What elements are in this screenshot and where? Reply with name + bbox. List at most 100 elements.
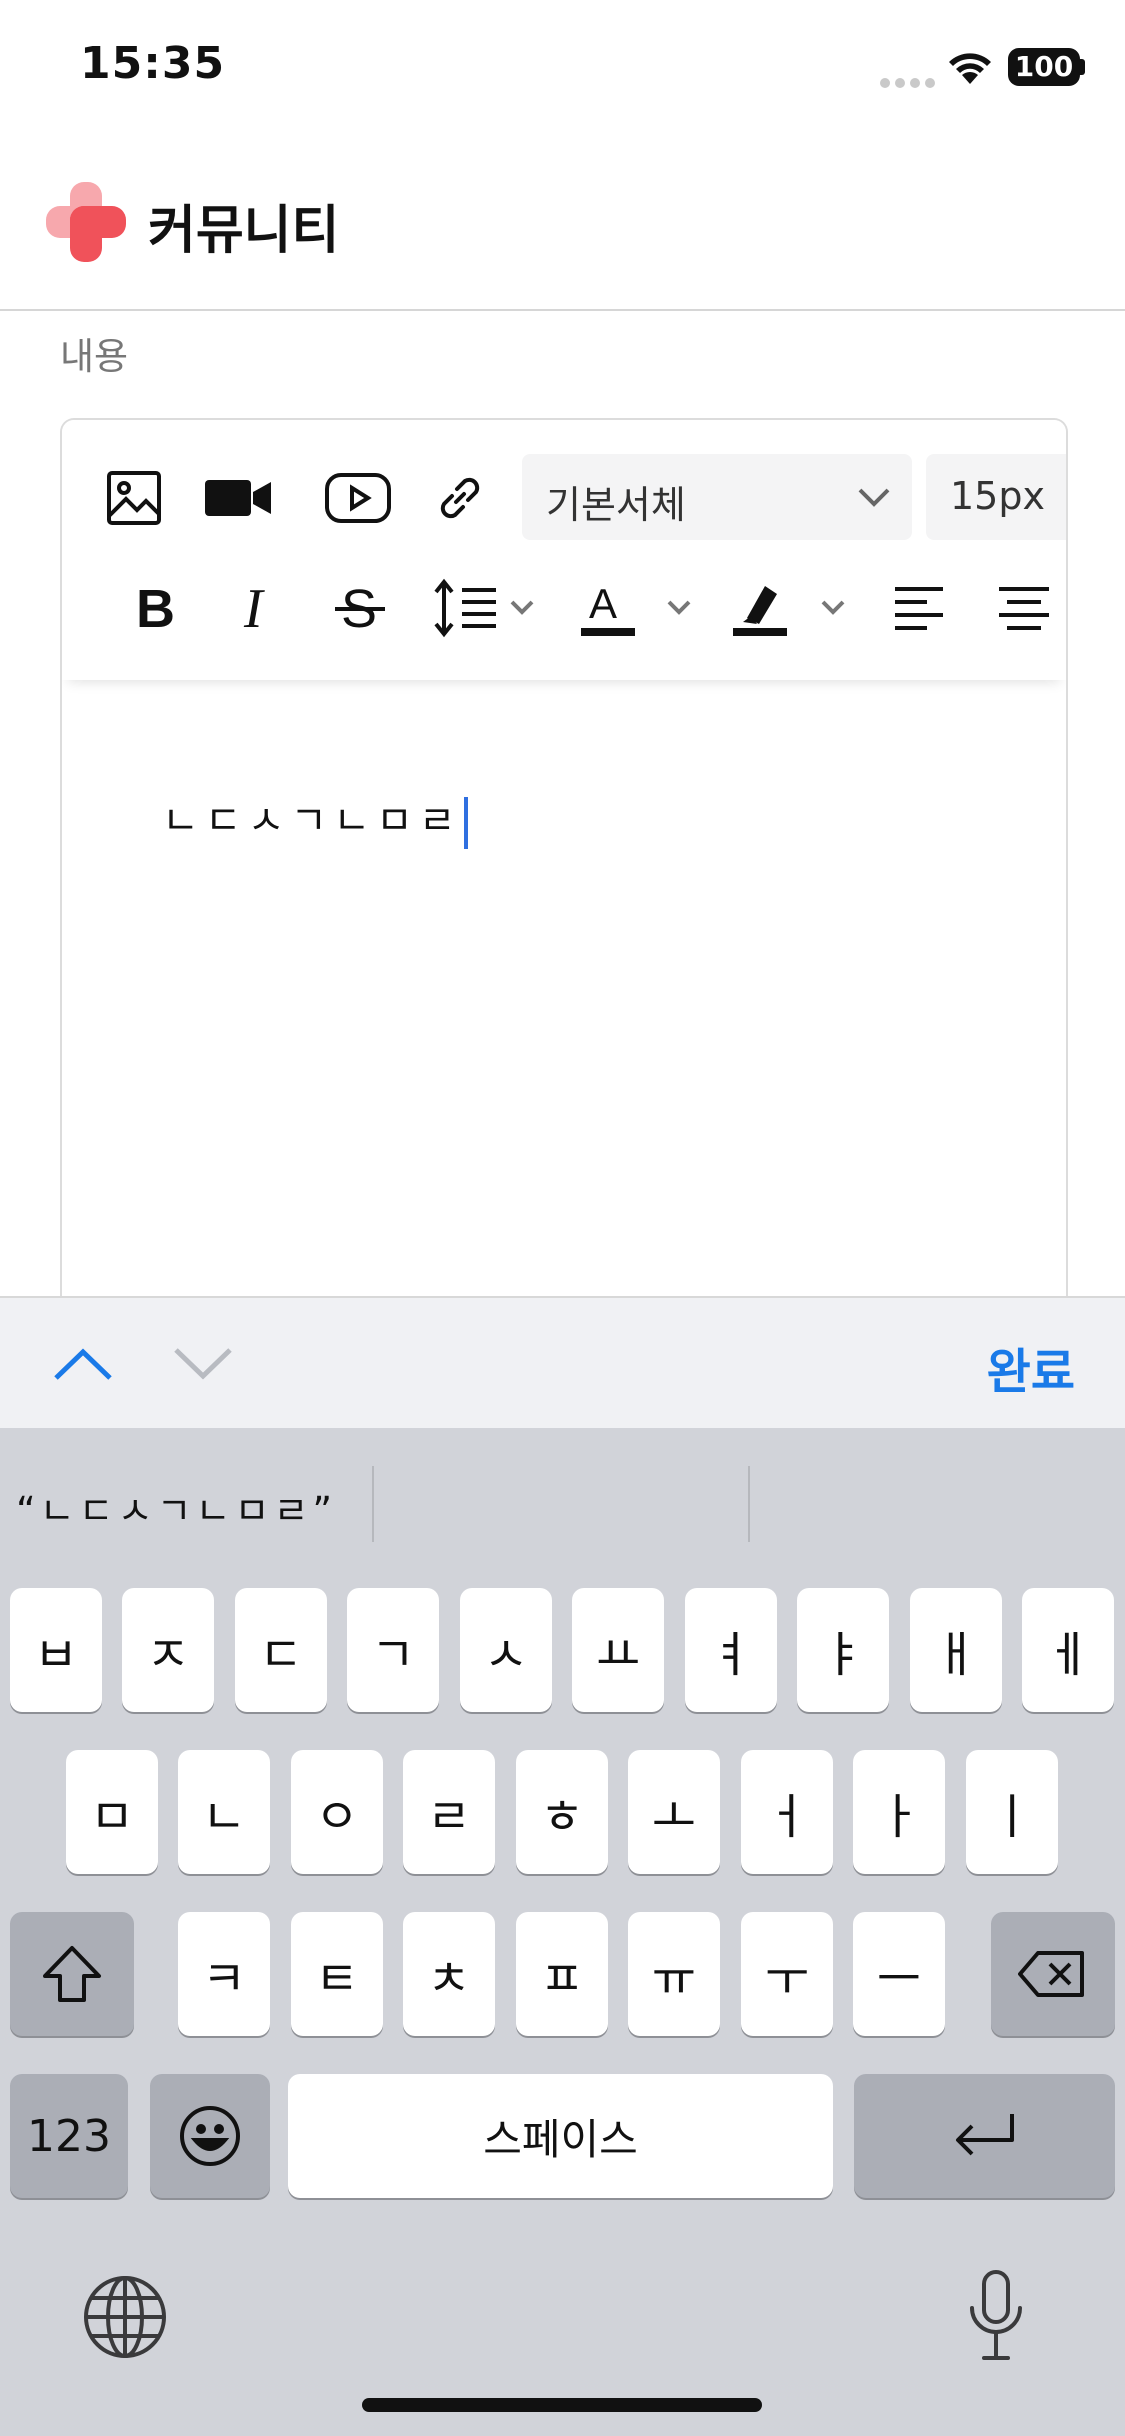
backspace-icon [1018,1951,1084,1997]
battery-indicator: 100 [1008,48,1080,86]
bold-icon[interactable]: B [116,570,192,646]
next-field-chevron-down-icon[interactable] [170,1338,236,1392]
return-key[interactable] [854,2074,1115,2198]
done-button[interactable]: 완료 [987,1332,1075,1402]
key-label: ㅔ [1045,1627,1091,1683]
key[interactable]: ㅡ [853,1912,945,2036]
suggestion-bar: “ㄴㄷㅅㄱㄴㅁㄹ” [0,1428,1125,1568]
delete-key[interactable] [991,1912,1115,2036]
key[interactable]: ㅏ [853,1750,945,1874]
key[interactable]: ㅌ [291,1912,383,2036]
italic-icon[interactable]: I [220,570,296,646]
key-label: ㅐ [933,1627,979,1683]
key[interactable]: ㄴ [178,1750,270,1874]
previous-field-chevron-up-icon[interactable] [50,1338,116,1392]
editor-content[interactable]: ㄴㄷㅅㄱㄴㅁㄹ [162,788,468,849]
key[interactable]: ㅑ [797,1588,889,1712]
key[interactable]: ㅓ [741,1750,833,1874]
svg-text:B: B [136,581,175,635]
battery-nub [1080,59,1085,75]
microphone-icon[interactable] [964,2268,1028,2368]
key[interactable]: ㅕ [685,1588,777,1712]
text-caret [463,797,468,849]
key[interactable]: ㅣ [966,1750,1058,1874]
shift-icon [43,1946,101,2002]
emoji-key[interactable] [150,2074,270,2198]
key-label: ㅌ [314,1951,360,2007]
key[interactable]: ㅗ [628,1750,720,1874]
key[interactable]: ㅎ [516,1750,608,1874]
key-label: ㅗ [651,1789,697,1845]
highlight-color-icon[interactable] [730,570,852,646]
key[interactable]: ㅋ [178,1912,270,2036]
key-label: ㅓ [764,1789,810,1845]
content-label: 내용 [60,335,129,378]
numbers-key[interactable]: 123 [10,2074,128,2198]
line-height-icon[interactable] [430,570,550,646]
key[interactable]: ㅊ [403,1912,495,2036]
key[interactable]: ㅈ [122,1588,214,1712]
suggestion-item[interactable]: “ㄴㄷㅅㄱㄴㅁㄹ” [16,1480,336,1535]
rich-text-editor: 기본서체 15px B I S A ㄴㄷㅅㄱㄴㅁㄹ [60,418,1068,1320]
key-label: ㅈ [145,1627,191,1683]
key-label: ㅁ [89,1789,135,1845]
align-center-icon[interactable] [986,570,1062,646]
svg-text:I: I [243,581,265,635]
key[interactable]: ㄹ [403,1750,495,1874]
shift-key[interactable] [10,1912,134,2036]
font-family-label: 기본서체 [546,483,686,527]
key[interactable]: ㄱ [347,1588,439,1712]
suggestion-divider [748,1466,750,1542]
key-label: ㅅ [483,1627,529,1683]
key[interactable]: ㅐ [910,1588,1002,1712]
key-label: ㅛ [595,1627,641,1683]
font-family-select[interactable]: 기본서체 [522,454,912,540]
emoji-icon [180,2106,240,2166]
key[interactable]: ㅍ [516,1912,608,2036]
key-label: ㅊ [426,1951,472,2007]
header-divider [0,309,1125,311]
key[interactable]: ㅔ [1022,1588,1114,1712]
key[interactable]: ㅂ [10,1588,102,1712]
key[interactable]: ㅛ [572,1588,664,1712]
key-label: ㅂ [33,1627,79,1683]
globe-icon[interactable] [82,2274,168,2364]
align-left-icon[interactable] [882,570,958,646]
svg-text:A: A [589,580,617,627]
chevron-down-icon [858,488,890,507]
key-label: ㅜ [764,1951,810,2007]
key-label: ㅍ [539,1951,585,2007]
font-size-label: 15px [950,474,1045,518]
key-label: 스페이스 [483,2114,638,2164]
app-logo-icon [46,182,126,262]
strikethrough-icon[interactable]: S [322,570,398,646]
cellular-signal-icon [880,73,940,92]
image-icon[interactable] [96,460,172,536]
key-label: ㄴ [201,1789,247,1845]
page-title: 커뮤니티 [148,201,340,261]
key[interactable]: ㅁ [66,1750,158,1874]
key-label: ㅋ [201,1951,247,2007]
text-color-icon[interactable]: A [578,570,698,646]
key[interactable]: ㅠ [628,1912,720,2036]
youtube-icon[interactable] [320,460,396,536]
link-icon[interactable] [422,460,498,536]
key[interactable]: ㅇ [291,1750,383,1874]
font-size-select[interactable]: 15px [926,454,1066,540]
key-label: ㅏ [876,1789,922,1845]
key-label: ㅇ [314,1789,360,1845]
key-label: ㅑ [820,1627,866,1683]
key-label: ㅡ [876,1951,922,2007]
wifi-icon [945,48,995,90]
key[interactable]: ㄷ [235,1588,327,1712]
korean-keyboard: “ㄴㄷㅅㄱㄴㅁㄹ” ㅂ ㅈ ㄷ ㄱ ㅅ ㅛ ㅕ ㅑ ㅐ ㅔ ㅁ ㄴ ㅇ ㄹ ㅎ … [0,1428,1125,2436]
space-key[interactable]: 스페이스 [288,2074,833,2198]
key-label: ㄱ [370,1627,416,1683]
keyboard-accessory-bar: 완료 [0,1296,1125,1430]
video-icon[interactable] [200,460,276,536]
key[interactable]: ㅅ [460,1588,552,1712]
key-label: ㅎ [539,1789,585,1845]
key[interactable]: ㅜ [741,1912,833,2036]
key-label: 123 [27,2110,111,2162]
editor-toolbar: 기본서체 15px B I S A [62,420,1066,680]
